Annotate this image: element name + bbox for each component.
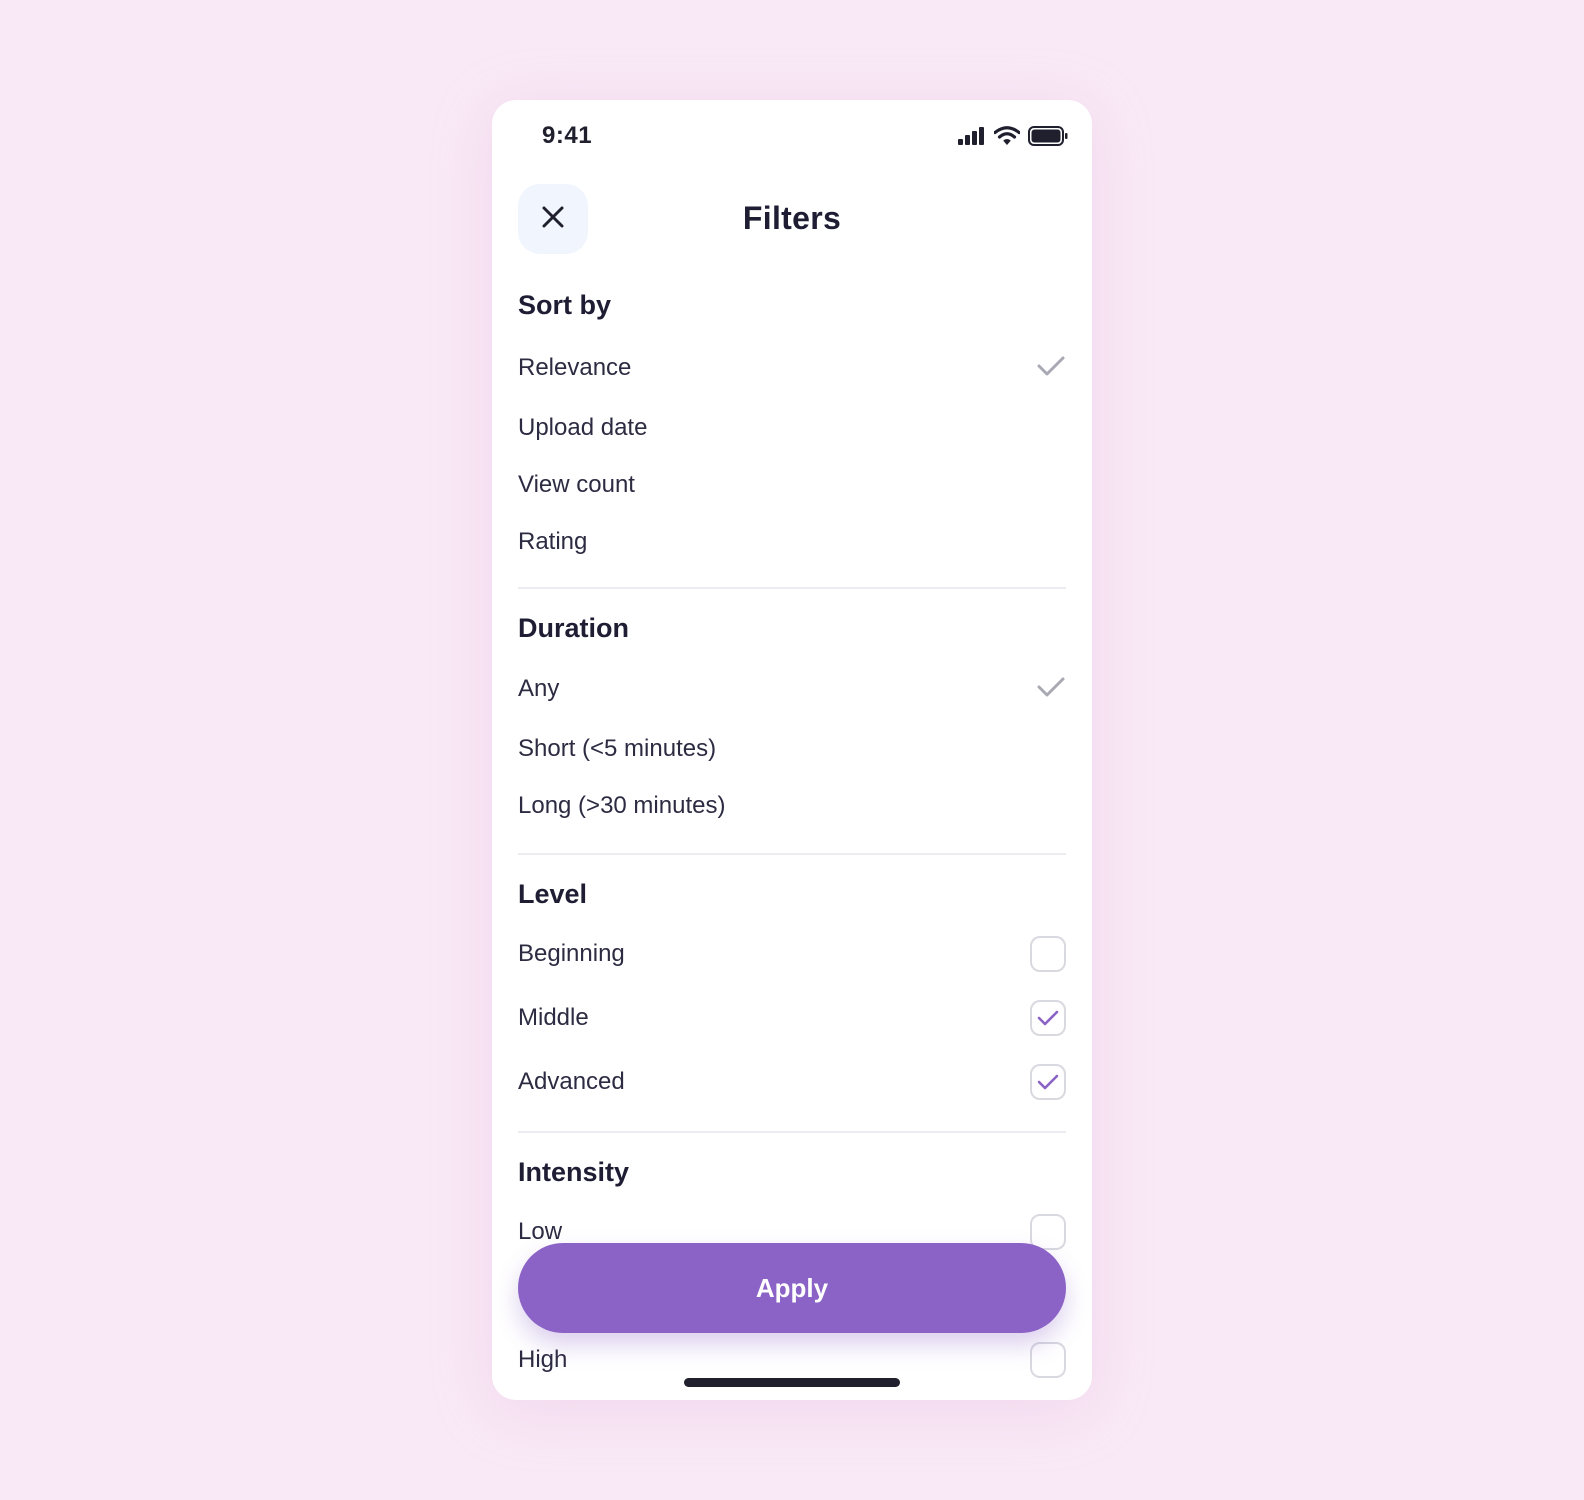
divider [518,1131,1066,1133]
duration-option-short[interactable]: Short (<5 minutes) [518,727,1066,771]
duration-option-any[interactable]: Any [518,667,1066,711]
duration-option-long[interactable]: Long (>30 minutes) [518,784,1066,828]
checkbox-checked[interactable] [1030,1064,1066,1100]
phone-screen: 9:41 Filters Sort by Relevance Upload da… [492,100,1092,1400]
option-label: Low [518,1218,563,1245]
apply-button[interactable]: Apply [518,1243,1066,1333]
status-time: 9:41 [542,122,593,149]
option-label: View count [518,471,635,498]
option-label: Middle [518,1004,589,1031]
checkbox-checked[interactable] [1030,1000,1066,1036]
battery-icon [1028,126,1068,151]
option-label: Upload date [518,414,648,441]
checkmark-icon [1036,354,1066,383]
status-bar: 9:41 [492,100,1092,172]
sort-option-relevance[interactable]: Relevance [518,346,1066,390]
checkbox-unchecked[interactable] [1030,936,1066,972]
status-icons [958,126,1068,151]
level-option-middle[interactable]: Middle [518,996,1066,1040]
checkmark-icon [1037,1009,1059,1027]
section-title-sort-by: Sort by [518,290,612,320]
divider [518,853,1066,855]
page-title: Filters [742,200,842,236]
option-label: Long (>30 minutes) [518,792,726,819]
sort-option-upload-date[interactable]: Upload date [518,406,1066,450]
option-label: High [518,1346,568,1373]
checkbox-unchecked[interactable] [1030,1342,1066,1378]
option-label: Beginning [518,940,625,967]
option-label: Any [518,675,560,702]
sort-option-rating[interactable]: Rating [518,520,1066,564]
level-option-beginning[interactable]: Beginning [518,932,1066,976]
checkmark-icon [1036,675,1066,704]
header: Filters [492,184,1092,254]
option-label: Short (<5 minutes) [518,735,717,762]
option-label: Relevance [518,354,632,381]
section-title-level: Level [518,879,588,909]
sort-option-view-count[interactable]: View count [518,463,1066,507]
home-indicator [684,1378,900,1387]
divider [518,587,1066,589]
checkmark-icon [1037,1073,1059,1091]
wifi-icon [993,126,1021,151]
intensity-option-high[interactable]: High [518,1338,1066,1382]
option-label: Rating [518,528,588,555]
option-label: Advanced [518,1068,625,1095]
level-option-advanced[interactable]: Advanced [518,1060,1066,1104]
section-title-intensity: Intensity [518,1157,630,1187]
cellular-signal-icon [958,127,986,150]
section-title-duration: Duration [518,613,629,643]
